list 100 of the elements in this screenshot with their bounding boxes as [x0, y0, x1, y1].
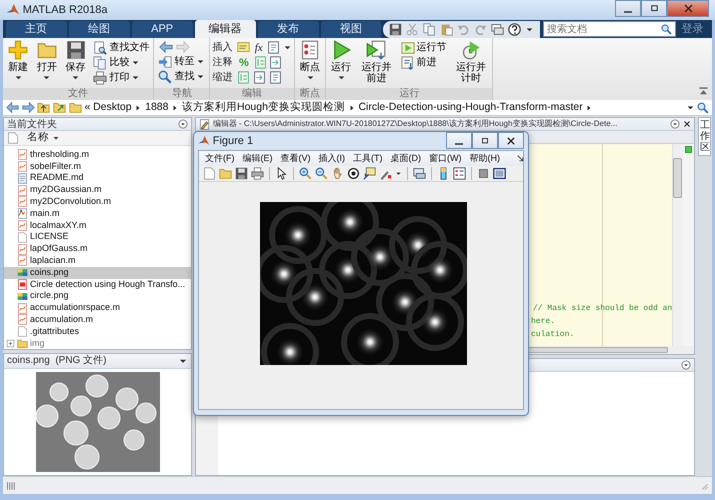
- save-icon[interactable]: [389, 22, 402, 36]
- paste-icon[interactable]: [440, 22, 454, 36]
- file-row[interactable]: Circle detection using Hough Transfo...: [4, 278, 191, 290]
- file-row[interactable]: thresholding.m: [4, 148, 191, 161]
- menu-item[interactable]: 桌面(D): [390, 152, 421, 166]
- legend-icon[interactable]: [453, 167, 466, 180]
- search-icon[interactable]: [661, 24, 672, 35]
- back-arrow-icon[interactable]: [6, 101, 19, 114]
- square-icon[interactable]: [477, 167, 490, 180]
- linked-windows-icon[interactable]: [413, 167, 426, 180]
- file-row[interactable]: README.md: [4, 172, 191, 184]
- browse-folder-icon[interactable]: [53, 101, 66, 114]
- maximize-button[interactable]: [641, 0, 667, 17]
- zoom-in-icon[interactable]: [299, 167, 312, 180]
- forward-arrow-icon[interactable]: [22, 101, 34, 114]
- ribbon-tab[interactable]: APP: [132, 21, 193, 38]
- copy-icon[interactable]: [423, 22, 436, 36]
- ribbon-button[interactable]: 新建: [5, 40, 31, 88]
- file-row[interactable]: my2DConvolution.m: [4, 196, 191, 208]
- document-lines-icon[interactable]: [267, 41, 280, 54]
- overflow-link[interactable]: «: [84, 100, 90, 116]
- sign-in-link[interactable]: 登录: [676, 20, 710, 38]
- window-icon[interactable]: [493, 167, 506, 180]
- help-icon[interactable]: [508, 22, 522, 36]
- triangle-icon[interactable]: [348, 104, 356, 112]
- ribbon-label[interactable]: 缩进: [212, 70, 234, 85]
- file-row[interactable]: sobelFilter.m: [4, 160, 191, 172]
- save-icon[interactable]: [235, 167, 248, 180]
- hand-icon[interactable]: [331, 167, 344, 180]
- breadcrumb-link[interactable]: 该方案利用Hough变换实现圆检测: [182, 100, 345, 116]
- breadcrumb-link[interactable]: 1888: [145, 100, 168, 116]
- file-row[interactable]: .gitattributes: [4, 326, 191, 338]
- windows-icon[interactable]: [491, 22, 504, 36]
- file-row[interactable]: img: [4, 338, 191, 350]
- ribbon-button[interactable]: 断点: [297, 40, 324, 88]
- printer-icon[interactable]: [251, 167, 264, 180]
- ribbon-tab[interactable]: 绘图: [68, 21, 130, 38]
- ribbon-tab[interactable]: 编辑器: [194, 20, 256, 38]
- side-tab[interactable]: 工作区: [698, 117, 711, 156]
- scrollbar-thumb[interactable]: [673, 158, 682, 198]
- expand-icon[interactable]: [6, 338, 15, 348]
- close-button[interactable]: [667, 0, 709, 17]
- back-arrow-icon[interactable]: [159, 40, 173, 54]
- menu-item[interactable]: 文件(F): [205, 152, 234, 166]
- menu-item[interactable]: 编辑(E): [242, 152, 272, 166]
- collapse-icon[interactable]: [698, 86, 710, 98]
- close-button[interactable]: [498, 132, 524, 149]
- ribbon-button[interactable]: 运行: [328, 40, 354, 88]
- search-icon[interactable]: [697, 102, 710, 114]
- ribbon-button[interactable]: 运行节: [398, 40, 449, 55]
- dropdown-icon[interactable]: [670, 119, 680, 129]
- file-row[interactable]: my2DGaussian.m: [4, 184, 191, 196]
- ribbon-button[interactable]: 转至: [156, 54, 208, 69]
- file-type: (PNG 文件): [55, 354, 108, 368]
- search-field[interactable]: 搜索文档: [543, 21, 676, 37]
- file-row[interactable]: localmaxXY.m: [4, 220, 191, 232]
- pointer-icon[interactable]: [275, 167, 288, 180]
- ribbon-label[interactable]: 插入: [212, 40, 234, 55]
- overflow-arrow-icon[interactable]: [516, 154, 525, 163]
- menu-item[interactable]: 插入(I): [318, 152, 345, 166]
- ribbon-tab[interactable]: 发布: [258, 21, 319, 38]
- caret-icon[interactable]: [52, 134, 60, 142]
- file-row[interactable]: main.m: [4, 208, 191, 220]
- symbol-icon[interactable]: fx: [252, 40, 265, 54]
- breadcrumb-link[interactable]: Circle-Detection-using-Hough-Transform-master: [358, 100, 583, 116]
- ribbon-button[interactable]: 运行并计时: [451, 40, 490, 88]
- file-row[interactable]: laplacian.m: [4, 254, 191, 267]
- ribbon-button[interactable]: 打印: [91, 70, 152, 85]
- dropdown-icon[interactable]: [681, 360, 691, 370]
- ribbon-button[interactable]: 比较: [91, 55, 152, 70]
- ribbon-label[interactable]: 注释: [212, 55, 234, 70]
- file-row[interactable]: LICENSE: [4, 231, 191, 244]
- file-row[interactable]: accumulation.m: [4, 314, 191, 326]
- up-folder-icon[interactable]: [37, 101, 50, 114]
- ribbon-button[interactable]: 查找: [156, 69, 208, 84]
- close-icon[interactable]: [683, 120, 691, 128]
- ribbon-tab[interactable]: 主页: [6, 21, 67, 38]
- file-row[interactable]: circle.png: [4, 290, 191, 302]
- menu-item[interactable]: 窗口(W): [429, 152, 462, 166]
- maximize-button[interactable]: [472, 132, 498, 149]
- ribbon-button[interactable]: 查找文件: [91, 40, 152, 55]
- dropdown-icon[interactable]: [178, 119, 188, 129]
- file-row[interactable]: coins.png: [4, 266, 191, 279]
- ribbon-button[interactable]: 运行并前进: [356, 40, 396, 88]
- menu-item[interactable]: 帮助(H): [470, 152, 500, 166]
- document-lines-icon[interactable]: [268, 71, 282, 84]
- column-header[interactable]: 名称: [27, 130, 49, 146]
- file-row[interactable]: accumulationrspace.m: [4, 302, 191, 314]
- data-cursor-icon[interactable]: [363, 167, 376, 180]
- ribbon-tab[interactable]: 视图: [320, 21, 382, 38]
- ribbon-button[interactable]: 前进: [398, 55, 449, 70]
- caret-icon[interactable]: [395, 170, 402, 177]
- menu-item[interactable]: 工具(T): [353, 152, 382, 166]
- ribbon-button[interactable]: 保存: [62, 40, 88, 88]
- menu-item[interactable]: 查看(V): [280, 152, 310, 166]
- file-row[interactable]: lapOfGauss.m: [4, 243, 191, 255]
- note-icon[interactable]: [237, 41, 250, 54]
- zoom-out-icon[interactable]: [315, 167, 328, 180]
- breadcrumb-link[interactable]: Desktop: [93, 100, 132, 116]
- ribbon-button[interactable]: 打开: [34, 40, 60, 88]
